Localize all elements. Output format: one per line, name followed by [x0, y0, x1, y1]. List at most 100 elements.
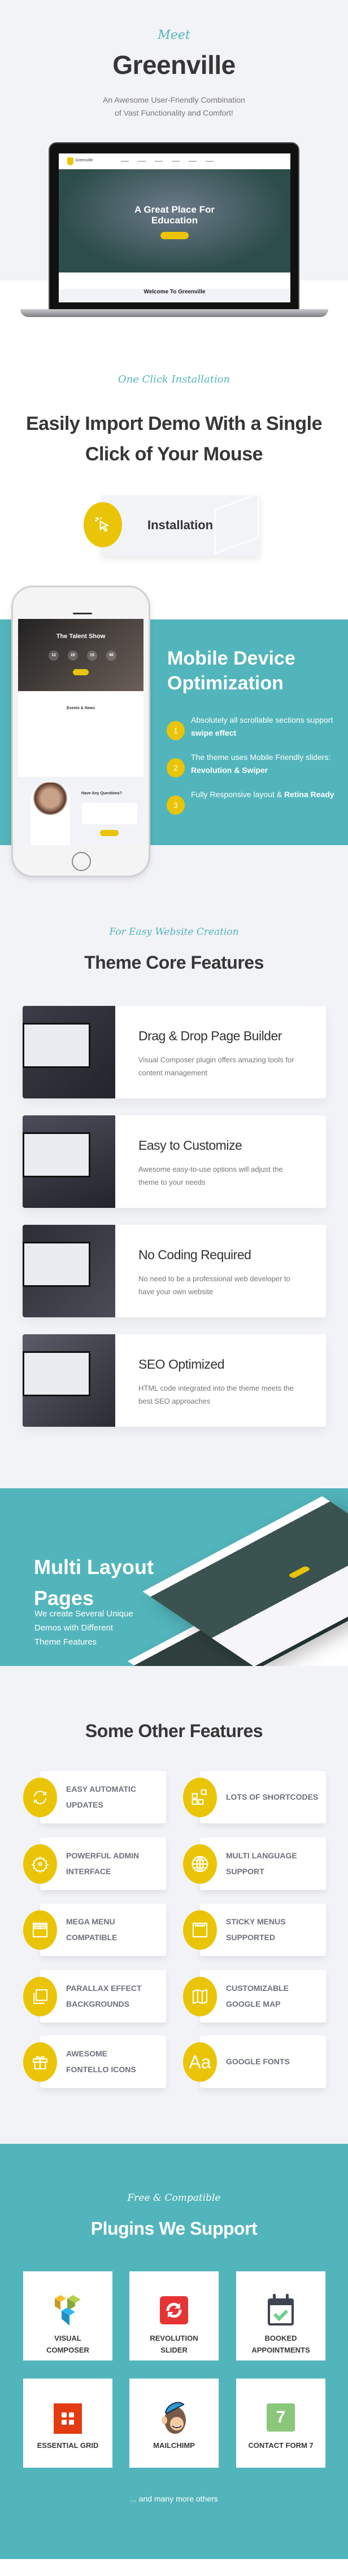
event-button[interactable]: [73, 669, 89, 675]
other-feature-label-line1: AWESOME: [66, 2049, 108, 2058]
feature-desc: HTML code integrated into the theme meet…: [138, 1384, 294, 1405]
other-feature-label-line2: SUPPORT: [226, 1867, 264, 1876]
mobile-title-2: Optimization: [167, 672, 284, 694]
feature-title: Easy to Customize: [138, 1138, 242, 1153]
event-banner: The Talent Show 12 22 15 46: [18, 619, 143, 691]
plugin-label-line1: CONTACT FORM 7: [248, 2441, 314, 2450]
plugin-label-line1: MAILCHIMP: [153, 2441, 195, 2450]
other-feature-label-line2: BACKGROUNDS: [66, 1999, 129, 2008]
device-screen: [23, 1242, 90, 1287]
booked-calendar-icon: [267, 2294, 295, 2327]
bullet-number: 2: [167, 758, 185, 777]
bullet-number: 3: [167, 795, 185, 815]
avatar: [31, 783, 70, 845]
other-feature-label-line1: EASY AUTOMATIC: [66, 1784, 136, 1793]
plugin-card: MAILCHIMP: [129, 2379, 219, 2468]
other-feature-label-line1: GOOGLE FONTS: [226, 2057, 290, 2066]
other-feature-label: EASY AUTOMATIC UPDATES: [66, 1781, 162, 1813]
other-title: Some Other Features: [85, 1721, 263, 1741]
other-feature-label-line1: MEGA MENU: [66, 1917, 115, 1926]
install-title-1: Easily Import Demo With a Single: [25, 413, 323, 434]
feature-image: [23, 1334, 115, 1427]
questions-block: Have Any Questions?: [18, 777, 143, 845]
other-feature-label-line1: LOTS OF SHORTCODES: [226, 1792, 319, 1801]
gear-icon: [23, 1844, 57, 1884]
core-script-label: For Easy Website Creation: [109, 926, 239, 938]
feature-card: Drag & Drop Page Builder Visual Composer …: [23, 1006, 326, 1098]
site-header: Greenville: [59, 153, 290, 169]
feature-title: SEO Optimized: [138, 1357, 225, 1371]
map-icon: [183, 1977, 217, 2016]
installation-label: Installation: [147, 518, 214, 532]
feature-title: No Coding Required: [138, 1247, 251, 1262]
feature-card: No Coding Required No need to be a profes…: [23, 1225, 326, 1317]
countdown-seconds: 15: [87, 650, 97, 661]
site-nav: [121, 161, 223, 162]
plugin-label-line2: SLIDER: [160, 2346, 188, 2354]
hero-title: Greenville: [112, 50, 236, 80]
phone-screen: The Talent Show 12 22 15 46 Events & New…: [18, 619, 143, 845]
shortcodes-icon: [183, 1778, 217, 1817]
font-icon: Aa: [183, 2042, 217, 2082]
globe-icon: [183, 1844, 217, 1884]
other-feature-label: STICKY MENUS SUPPORTED: [226, 1914, 322, 1945]
other-feature-label: AWESOME FONTELLO ICONS: [66, 2046, 162, 2077]
device-screen: [23, 1023, 90, 1068]
bullet-text-plain: Absolutely all scrollable sections suppo…: [191, 715, 333, 724]
gift-icon: [23, 2042, 57, 2082]
installation-button[interactable]: Installation: [101, 493, 260, 556]
multi-title-1: Multi Layout: [34, 1555, 154, 1579]
multi-desc-1: We create Several Unique: [34, 1609, 133, 1619]
plugin-label-line1: ESSENTIAL GRID: [37, 2441, 99, 2450]
plugins-script-label: Free & Compatible: [127, 2192, 221, 2204]
bullet-text-plain: The theme uses Mobile Friendly sliders:: [191, 753, 331, 762]
other-feature-label-line1: CUSTOMIZABLE: [226, 1984, 289, 1993]
laptop-base: [20, 309, 328, 317]
other-feature-label: PARALLAX EFFECT BACKGROUNDS: [66, 1980, 162, 2012]
install-title-2: Click of Your Mouse: [85, 443, 263, 465]
install-script-label: One Click Installation: [118, 373, 230, 385]
bullet-text: Fully Responsive layout & Retina Ready: [191, 788, 343, 801]
feature-card: Easy to Customize Awesome easy-to-use opt…: [23, 1115, 326, 1208]
multi-desc-2: Demos with Different: [34, 1623, 113, 1633]
feature-desc: Visual Composer plugin offers amazing to…: [138, 1056, 294, 1077]
slider-cta-button[interactable]: [160, 232, 189, 239]
revolution-slider-icon: [160, 2294, 188, 2327]
refresh-icon: [23, 1778, 57, 1817]
laptop-screen: Greenville A Great Place For Education W…: [59, 153, 290, 302]
core-title: Theme Core Features: [84, 952, 264, 973]
multi-desc-3: Theme Features: [34, 1637, 97, 1647]
box-watermark-icon: [214, 493, 259, 555]
hero-script-label: Meet: [158, 28, 190, 42]
bullet-text-bold: swipe effect: [191, 728, 237, 737]
site-logo-text: Greenville: [75, 159, 93, 162]
bullet-text: The theme uses Mobile Friendly sliders: …: [191, 751, 343, 777]
mega-menu-icon: [23, 1910, 57, 1950]
other-feature-label: CUSTOMIZABLE GOOGLE MAP: [226, 1980, 322, 2012]
slider-title-1: A Great Place For: [134, 204, 215, 215]
other-feature-label: MULTI LANGUAGE SUPPORT: [226, 1848, 322, 1879]
countdown: 12 22 15 46: [49, 650, 116, 661]
multi-title-2: Pages: [34, 1586, 94, 1610]
phone-speaker: [73, 613, 92, 614]
plugin-card: 7 CONTACT FORM 7: [236, 2379, 325, 2468]
plugin-card: ESSENTIAL GRID: [23, 2379, 112, 2468]
bullet-text-plain: Fully Responsive layout &: [191, 790, 284, 799]
feature-desc: No need to be a professional web develop…: [138, 1274, 290, 1296]
other-feature-label-line2: FONTELLO ICONS: [66, 2065, 136, 2074]
hero-subtitle-1: An Awesome User-Friendly Combination: [103, 95, 245, 104]
plugin-card: VISUAL COMPOSER: [23, 2271, 112, 2360]
feature-title: Drag & Drop Page Builder: [138, 1028, 282, 1043]
other-feature-label-line2: GOOGLE MAP: [226, 1999, 281, 2008]
bullet-text-bold: Revolution & Swiper: [191, 766, 268, 775]
cursor-click-icon: [84, 502, 122, 547]
event-title: The Talent Show: [56, 633, 106, 640]
essential-grid-icon: [54, 2401, 82, 2434]
plugin-card: REVOLUTION SLIDER: [129, 2271, 219, 2360]
plugin-card: BOOKED APPOINTMENTS: [236, 2271, 325, 2360]
phone-home-button[interactable]: [72, 852, 91, 871]
sticky-menu-icon: [183, 1910, 217, 1950]
other-feature-label: LOTS OF SHORTCODES: [226, 1789, 322, 1805]
other-feature-label: POWERFUL ADMIN INTERFACE: [66, 1848, 162, 1879]
send-button[interactable]: [100, 830, 119, 836]
